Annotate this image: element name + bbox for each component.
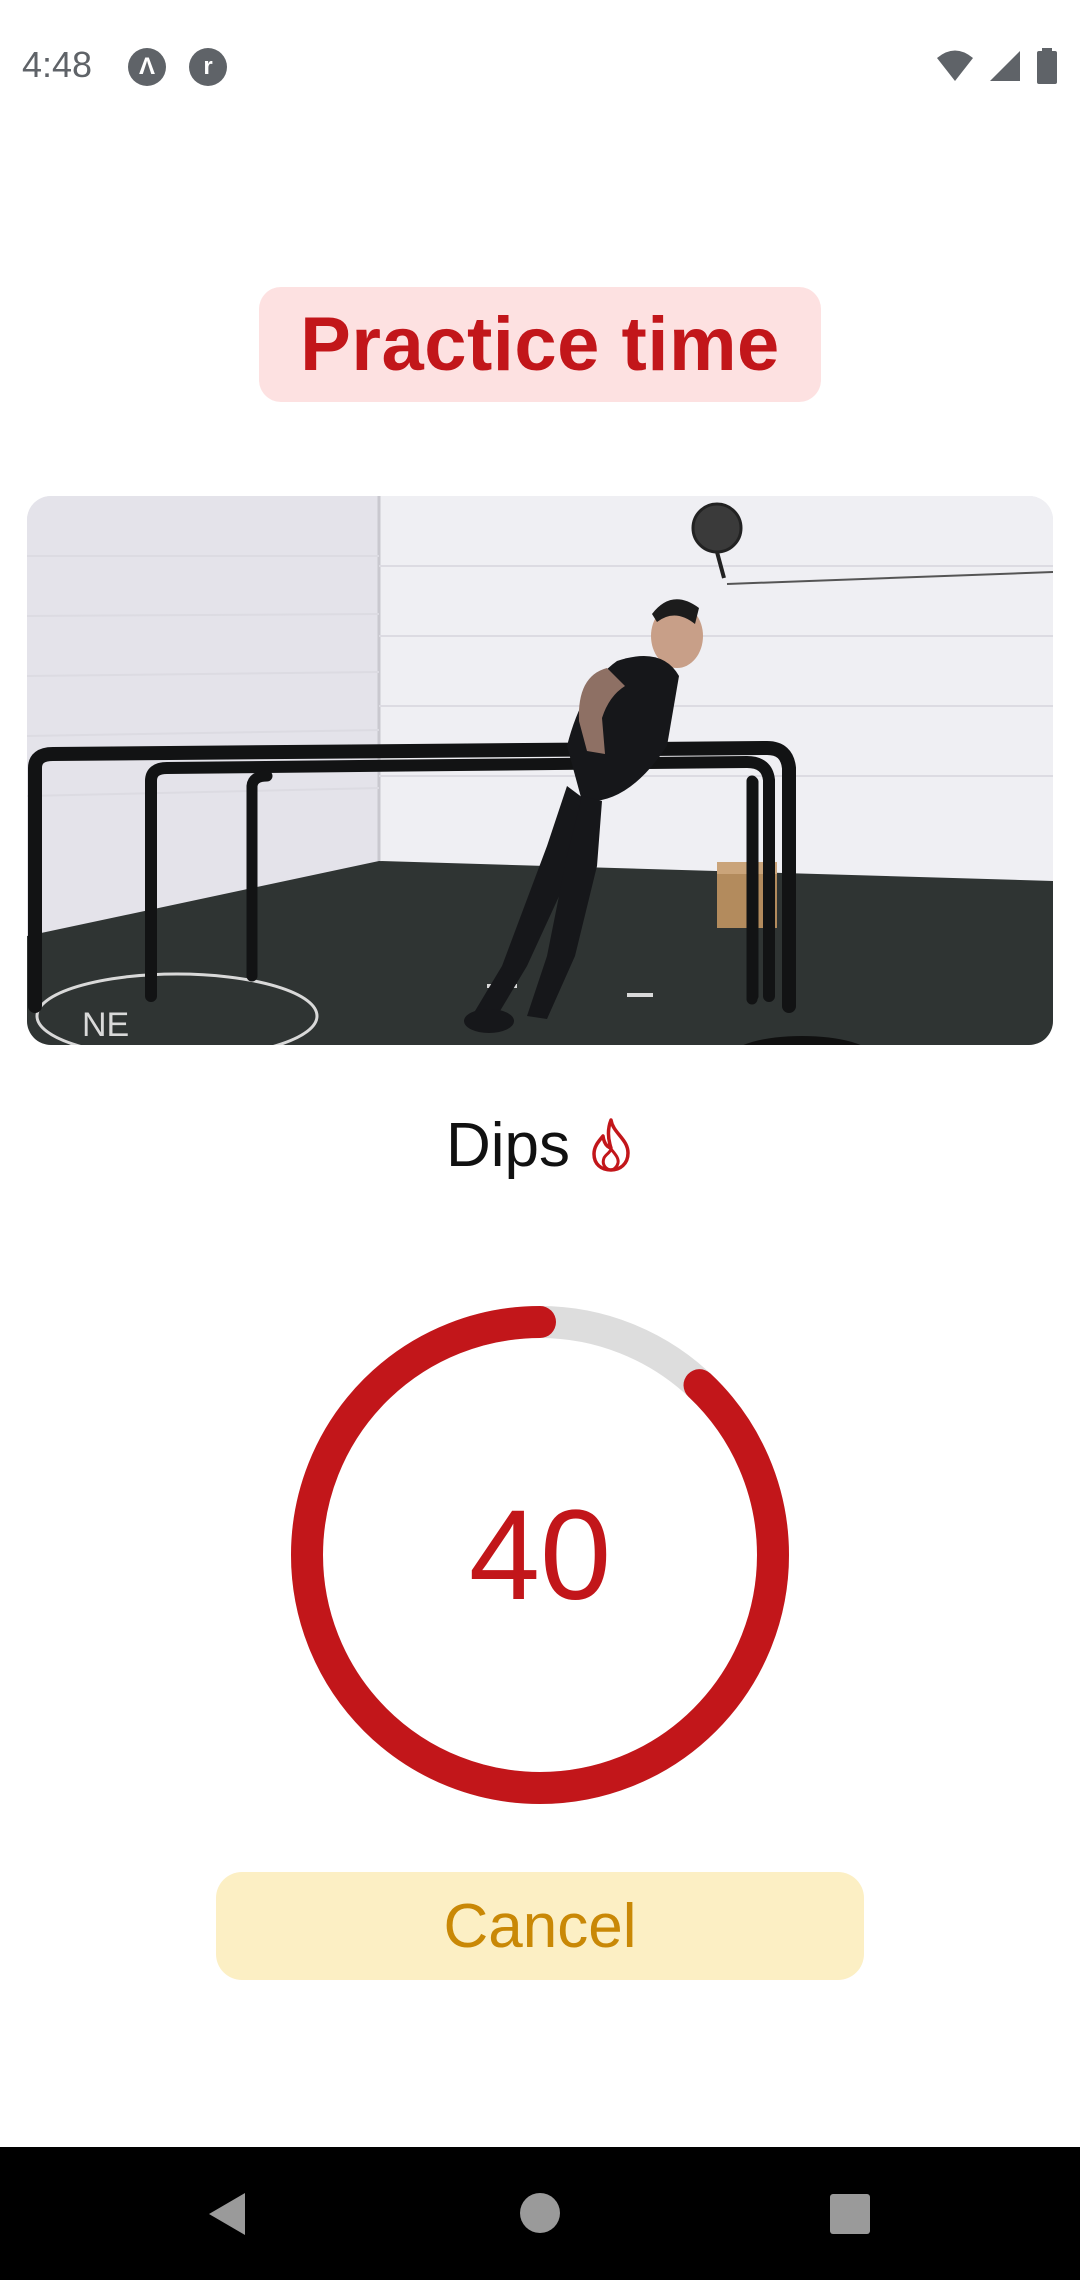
- exercise-photo: NE: [27, 496, 1053, 1045]
- status-indicators: [936, 48, 1058, 84]
- exercise-name: Dips: [445, 1110, 571, 1180]
- cancel-button[interactable]: Cancel: [216, 1872, 864, 1980]
- recents-icon[interactable]: [829, 2193, 871, 2235]
- status-bar: 4:48 Λ r: [0, 0, 1080, 136]
- countdown-timer: 40: [290, 1305, 790, 1805]
- flame-icon: [592, 1118, 630, 1172]
- battery-icon: [1037, 48, 1057, 84]
- home-icon[interactable]: [519, 2192, 561, 2234]
- notification-app-icon: r: [189, 48, 227, 86]
- timer-value: 40: [468, 1483, 612, 1627]
- wifi-icon: [937, 50, 973, 81]
- page-title-badge: Practice time: [259, 287, 821, 402]
- exercise-heading: Dips: [0, 1100, 1080, 1190]
- signal-icon: [990, 51, 1020, 81]
- status-time: 4:48: [22, 44, 93, 85]
- launcher-icon: Λ: [128, 48, 166, 86]
- navigation-bar: [0, 2147, 1080, 2280]
- back-icon[interactable]: [205, 2189, 249, 2239]
- svg-text:NE: NE: [82, 1006, 129, 1044]
- page-title: Practice time: [300, 302, 780, 387]
